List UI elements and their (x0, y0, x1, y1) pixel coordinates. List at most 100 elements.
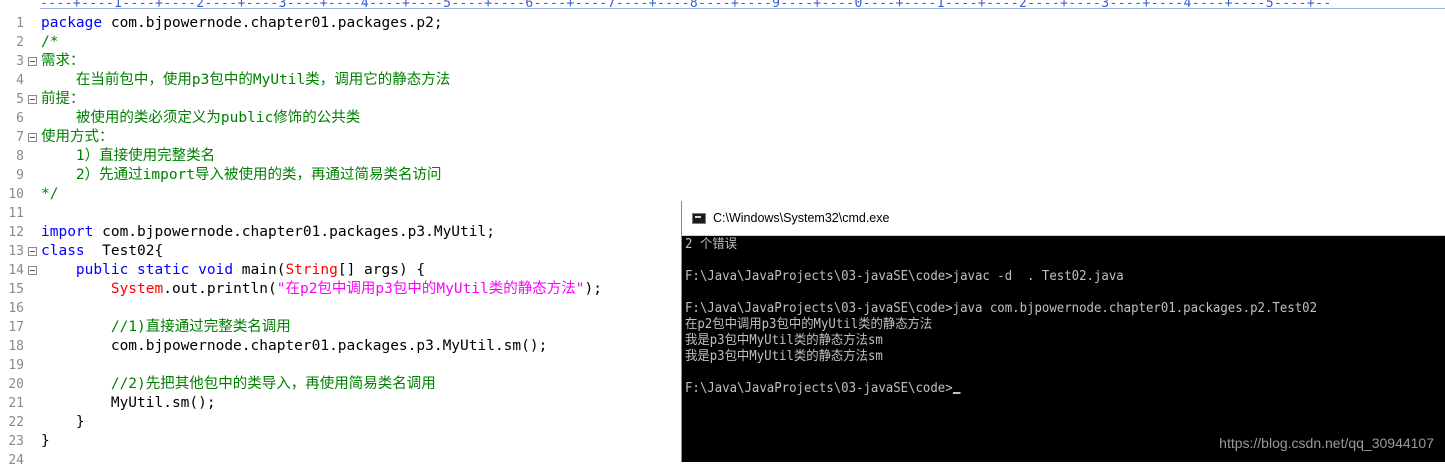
code-line: 11 (0, 204, 680, 223)
code-token: com.bjpowernode.chapter01.packages.p2; (102, 15, 443, 31)
code-line: 13 class Test02{ (0, 242, 680, 261)
line-number: 3 (16, 54, 24, 69)
console-line-text: F:\Java\JavaProjects\03-javaSE\code>java… (685, 269, 1124, 284)
code-text: 需求： (41, 52, 85, 71)
code-token: } (41, 433, 50, 449)
code-line: 5 前提： (0, 90, 680, 109)
code-text: //1)直接通过完整类名调用 (41, 318, 291, 337)
code-line: 22 } (0, 413, 680, 432)
code-token: main( (233, 262, 286, 278)
code-line: 24 (0, 451, 680, 470)
fold-toggle-icon[interactable] (28, 247, 37, 256)
code-token: ); (584, 281, 602, 297)
code-token: 使用方式： (41, 129, 114, 145)
code-token: "在p2包中调用p3包中的MyUtil类的静态方法" (276, 281, 585, 297)
console-line: 2 个错误 (685, 237, 737, 253)
text-cursor (952, 392, 961, 394)
code-token: 在当前包中，使用p3包中的MyUtil类，调用它的静态方法 (41, 72, 451, 88)
code-token: MyUtil.sm(); (41, 395, 216, 411)
code-line: 1 package com.bjpowernode.chapter01.packa… (0, 14, 680, 33)
code-token: 2）先通过import导入被使用的类，再通过简易类名访问 (41, 167, 442, 183)
line-number: 21 (8, 396, 24, 411)
console-line-text: 2 个错误 (685, 237, 737, 252)
code-token: */ (41, 186, 59, 202)
line-number: 22 (8, 415, 24, 430)
code-token: 1）直接使用完整类名 (41, 148, 216, 164)
code-line: 18 com.bjpowernode.chapter01.packages.p3… (0, 337, 680, 356)
code-text: MyUtil.sm(); (41, 394, 216, 413)
code-line: 14 public static void main(String[] args… (0, 261, 680, 280)
fold-toggle-icon[interactable] (28, 95, 37, 104)
line-number: 20 (8, 377, 24, 392)
code-text: 1）直接使用完整类名 (41, 147, 215, 166)
code-text: */ (41, 185, 58, 204)
line-number: 10 (8, 187, 24, 202)
console-icon (692, 213, 706, 224)
code-text: class Test02{ (41, 242, 163, 261)
column-ruler: ----+----1----+----2----+----3----+----4… (40, 0, 1445, 9)
code-line: 16 (0, 299, 680, 318)
code-token: class (41, 243, 85, 259)
code-text: /* (41, 33, 58, 52)
code-token: com.bjpowernode.chapter01.packages.p3.My… (41, 338, 548, 354)
code-line: 2 /* (0, 33, 680, 52)
cmd-window[interactable]: C:\Windows\System32\cmd.exe 2 个错误 F:\Java… (681, 201, 1445, 462)
console-line: 我是p3包中MyUtil类的静态方法sm (685, 349, 883, 365)
code-text: package com.bjpowernode.chapter01.packag… (41, 14, 443, 33)
code-text: //2)先把其他包中的类导入，再使用简易类名调用 (41, 375, 436, 394)
line-number: 4 (16, 73, 24, 88)
code-token: 前提： (41, 91, 85, 107)
code-line: 12 import com.bjpowernode.chapter01.packa… (0, 223, 680, 242)
fold-toggle-icon[interactable] (28, 266, 37, 275)
code-text: 2）先通过import导入被使用的类，再通过简易类名访问 (41, 166, 442, 185)
line-number: 17 (8, 320, 24, 335)
console-line-text: 我是p3包中MyUtil类的静态方法sm (685, 349, 883, 364)
code-token: 被使用的类必须定义为public修饰的公共类 (41, 110, 361, 126)
code-token: /* (41, 34, 59, 50)
fold-toggle-icon[interactable] (28, 57, 37, 66)
code-line: 20 //2)先把其他包中的类导入，再使用简易类名调用 (0, 375, 680, 394)
console-line: F:\Java\JavaProjects\03-javaSE\code> (685, 381, 961, 397)
code-token: //1)直接通过完整类名调用 (110, 319, 291, 335)
code-text: } (41, 432, 50, 451)
console-output[interactable]: 2 个错误 F:\Java\JavaProjects\03-javaSE\code… (685, 235, 1445, 462)
code-text: public static void main(String[] args) { (41, 261, 425, 280)
line-number: 8 (16, 149, 24, 164)
console-line-text: F:\Java\JavaProjects\03-javaSE\code> (685, 381, 953, 396)
line-number: 13 (8, 244, 24, 259)
cmd-titlebar[interactable]: C:\Windows\System32\cmd.exe (682, 201, 1445, 236)
code-line: 3 需求： (0, 52, 680, 71)
code-text: import com.bjpowernode.chapter01.package… (41, 223, 495, 242)
cmd-window-title: C:\Windows\System32\cmd.exe (713, 211, 890, 225)
line-number: 11 (8, 206, 24, 221)
console-line-text: F:\Java\JavaProjects\03-javaSE\code>java… (685, 301, 1318, 316)
code-token: String (285, 262, 338, 278)
code-line: 19 (0, 356, 680, 375)
line-number: 16 (8, 301, 24, 316)
code-line: 9 2）先通过import导入被使用的类，再通过简易类名访问 (0, 166, 680, 185)
console-line-text: 在p2包中调用p3包中的MyUtil类的静态方法 (685, 317, 933, 332)
code-line: 6 被使用的类必须定义为public修饰的公共类 (0, 109, 680, 128)
line-number: 7 (16, 130, 24, 145)
code-text: 使用方式： (41, 128, 114, 147)
code-line: 21 MyUtil.sm(); (0, 394, 680, 413)
fold-toggle-icon[interactable] (28, 133, 37, 142)
code-text: } (41, 413, 85, 432)
code-line: 7 使用方式： (0, 128, 680, 147)
line-number: 1 (16, 16, 24, 31)
code-token: com.bjpowernode.chapter01.packages.p3.My… (93, 224, 495, 240)
code-token: import (41, 224, 94, 240)
line-number: 5 (16, 92, 24, 107)
line-number: 14 (8, 263, 24, 278)
code-token: //2)先把其他包中的类导入，再使用简易类名调用 (110, 376, 436, 392)
line-number: 19 (8, 358, 24, 373)
console-line: 我是p3包中MyUtil类的静态方法sm (685, 333, 883, 349)
code-token: public static void (75, 262, 234, 278)
line-number: 9 (16, 168, 24, 183)
console-line: 在p2包中调用p3包中的MyUtil类的静态方法 (685, 317, 932, 333)
code-line: 10 */ (0, 185, 680, 204)
code-text: 被使用的类必须定义为public修饰的公共类 (41, 109, 360, 128)
